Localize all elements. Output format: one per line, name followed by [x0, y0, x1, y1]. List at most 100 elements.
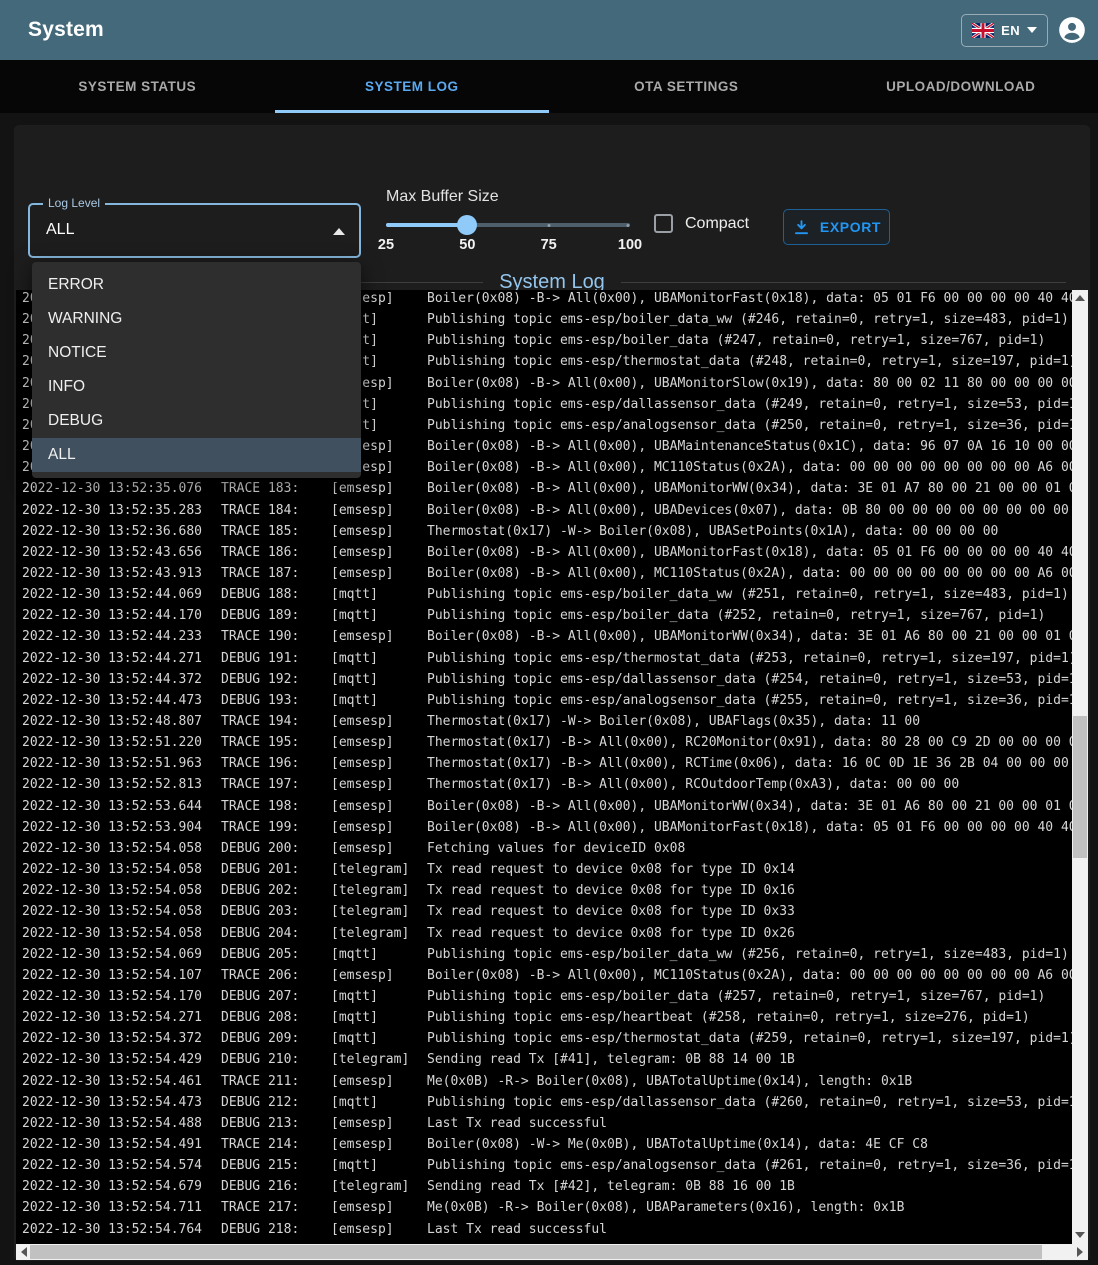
log-level: TRACE 214:: [221, 1134, 331, 1155]
log-tag: [mqtt]: [331, 669, 427, 690]
log-message: Publishing topic ems-esp/boiler_data (#2…: [427, 986, 1072, 1007]
log-timestamp: 2022-12-30 13:52:54.372: [22, 1028, 221, 1049]
log-message: Boiler(0x08) -B-> All(0x00), UBAMonitorW…: [427, 478, 1072, 499]
log-timestamp: 2022-12-30 13:52:54.271: [22, 1007, 221, 1028]
scroll-up-icon[interactable]: [1075, 295, 1085, 301]
log-tag: [emsesp]: [331, 838, 427, 859]
log-timestamp: 2022-12-30 13:52:54.461: [22, 1071, 221, 1092]
log-tag: [emsesp]: [331, 1113, 427, 1134]
log-tag: [mqtt]: [331, 1092, 427, 1113]
log-level: TRACE 217:: [221, 1197, 331, 1218]
log-message: Tx read request to device 0x08 for type …: [427, 859, 1072, 880]
log-tag: [mqtt]: [331, 1155, 427, 1176]
tab-system-status[interactable]: SYSTEM STATUS: [0, 60, 275, 113]
export-button[interactable]: EXPORT: [783, 209, 890, 245]
compact-toggle[interactable]: Compact: [654, 214, 749, 233]
log-message: Boiler(0x08) -B-> All(0x00), MC110Status…: [427, 457, 1072, 478]
log-timestamp: 2022-12-30 13:52:54.574: [22, 1155, 221, 1176]
menu-item-notice[interactable]: NOTICE: [32, 336, 361, 370]
menu-item-error[interactable]: ERROR: [32, 268, 361, 302]
log-tag: [emsesp]: [331, 478, 427, 499]
log-timestamp: 2022-12-30 13:52:54.107: [22, 965, 221, 986]
log-message: Publishing topic ems-esp/boiler_data (#2…: [427, 605, 1072, 626]
horizontal-scroll-thumb[interactable]: [30, 1245, 1042, 1259]
chevron-up-icon: [333, 228, 345, 235]
log-message: Thermostat(0x17) -B-> All(0x00), RCTime(…: [427, 753, 1072, 774]
tab-ota-settings[interactable]: OTA SETTINGS: [549, 60, 824, 113]
log-row: 2022-12-30 13:52:54.058DEBUG 203:[telegr…: [16, 901, 1072, 922]
log-timestamp: 2022-12-30 13:52:54.764: [22, 1219, 221, 1240]
log-level: TRACE 199:: [221, 817, 331, 838]
log-tag: [emsesp]: [331, 563, 427, 584]
scroll-right-icon[interactable]: [1077, 1247, 1083, 1257]
log-tag: [telegram]: [331, 880, 427, 901]
log-message: Boiler(0x08) -B-> All(0x00), UBAMonitorS…: [427, 373, 1072, 394]
log-timestamp: 2022-12-30 13:52:53.904: [22, 817, 221, 838]
log-row: 2022-12-30 13:52:53.904TRACE 199:[emsesp…: [16, 817, 1072, 838]
log-row: 2022-12-30 13:52:44.271DEBUG 191:[mqtt]P…: [16, 648, 1072, 669]
log-tag: [telegram]: [331, 1049, 427, 1070]
account-icon[interactable]: [1058, 16, 1086, 44]
log-timestamp: 2022-12-30 13:52:54.058: [22, 838, 221, 859]
log-message: Publishing topic ems-esp/analogsensor_da…: [427, 415, 1072, 436]
log-level: TRACE 190:: [221, 626, 331, 647]
tab-upload-download[interactable]: UPLOAD/DOWNLOAD: [824, 60, 1098, 113]
app-header: System EN: [0, 0, 1098, 60]
log-row: 2022-12-30 13:52:54.491TRACE 214:[emsesp…: [16, 1134, 1072, 1155]
log-timestamp: 2022-12-30 13:52:54.679: [22, 1176, 221, 1197]
log-message: Boiler(0x08) -B-> All(0x00), UBAMonitorF…: [427, 542, 1072, 563]
language-selector[interactable]: EN: [961, 14, 1048, 47]
scroll-left-icon[interactable]: [21, 1247, 27, 1257]
log-row: 2022-12-30 13:52:43.656TRACE 186:[emsesp…: [16, 542, 1072, 563]
log-tag: [telegram]: [331, 923, 427, 944]
log-level: DEBUG 205:: [221, 944, 331, 965]
log-level: DEBUG 202:: [221, 880, 331, 901]
log-row: 2022-12-30 13:52:36.680TRACE 185:[emsesp…: [16, 521, 1072, 542]
log-timestamp: 2022-12-30 13:52:54.058: [22, 901, 221, 922]
log-message: Boiler(0x08) -B-> All(0x00), UBAMonitorF…: [427, 817, 1072, 838]
log-level: TRACE 184:: [221, 500, 331, 521]
menu-item-all[interactable]: ALL: [32, 438, 361, 472]
scroll-down-icon[interactable]: [1075, 1232, 1085, 1238]
log-timestamp: 2022-12-30 13:52:54.058: [22, 923, 221, 944]
log-level-select[interactable]: Log Level ALL: [28, 203, 361, 258]
horizontal-scrollbar[interactable]: [16, 1244, 1088, 1260]
log-tag: [emsesp]: [331, 711, 427, 732]
chevron-down-icon: [1027, 27, 1037, 33]
log-level: DEBUG 215:: [221, 1155, 331, 1176]
slider-mark-dot: [548, 224, 551, 227]
log-message: Boiler(0x08) -B-> All(0x00), UBADevices(…: [427, 500, 1072, 521]
active-tab-indicator: [275, 110, 550, 113]
log-row: 2022-12-30 13:52:54.271DEBUG 208:[mqtt]P…: [16, 1007, 1072, 1028]
log-row: 2022-12-30 13:52:54.764DEBUG 218:[emsesp…: [16, 1219, 1072, 1240]
log-message: Sending read Tx [#42], telegram: 0B 88 1…: [427, 1176, 1072, 1197]
compact-label: Compact: [685, 215, 749, 233]
log-level: TRACE 198:: [221, 796, 331, 817]
menu-item-warning[interactable]: WARNING: [32, 302, 361, 336]
compact-checkbox[interactable]: [654, 214, 673, 233]
log-level: DEBUG 213:: [221, 1113, 331, 1134]
log-message: Publishing topic ems-esp/analogsensor_da…: [427, 690, 1072, 711]
vertical-scroll-thumb[interactable]: [1073, 716, 1087, 858]
slider-thumb[interactable]: [457, 215, 477, 235]
log-row: 2022-12-30 13:52:54.574DEBUG 215:[mqtt]P…: [16, 1155, 1072, 1176]
log-message: Boiler(0x08) -B-> All(0x00), MC110Status…: [427, 965, 1072, 986]
log-row: 2022-12-30 13:52:54.679DEBUG 216:[telegr…: [16, 1176, 1072, 1197]
log-row: 2022-12-30 13:52:54.058DEBUG 200:[emsesp…: [16, 838, 1072, 859]
log-message: Me(0x0B) -R-> Boiler(0x08), UBATotalUpti…: [427, 1071, 1072, 1092]
log-row: 2022-12-30 13:52:54.058DEBUG 201:[telegr…: [16, 859, 1072, 880]
log-level: TRACE 186:: [221, 542, 331, 563]
menu-item-debug[interactable]: DEBUG: [32, 404, 361, 438]
buffer-size-slider[interactable]: [386, 211, 630, 239]
log-message: Publishing topic ems-esp/heartbeat (#258…: [427, 1007, 1072, 1028]
log-row: 2022-12-30 13:52:44.473DEBUG 193:[mqtt]P…: [16, 690, 1072, 711]
log-level: TRACE 185:: [221, 521, 331, 542]
log-level: DEBUG 200:: [221, 838, 331, 859]
log-row: 2022-12-30 13:52:54.488DEBUG 213:[emsesp…: [16, 1113, 1072, 1134]
menu-item-info[interactable]: INFO: [32, 370, 361, 404]
log-timestamp: 2022-12-30 13:52:43.913: [22, 563, 221, 584]
tab-system-log[interactable]: SYSTEM LOG: [275, 60, 550, 113]
log-level-value: ALL: [46, 221, 74, 239]
vertical-scrollbar[interactable]: [1072, 290, 1088, 1244]
log-timestamp: 2022-12-30 13:52:54.488: [22, 1113, 221, 1134]
